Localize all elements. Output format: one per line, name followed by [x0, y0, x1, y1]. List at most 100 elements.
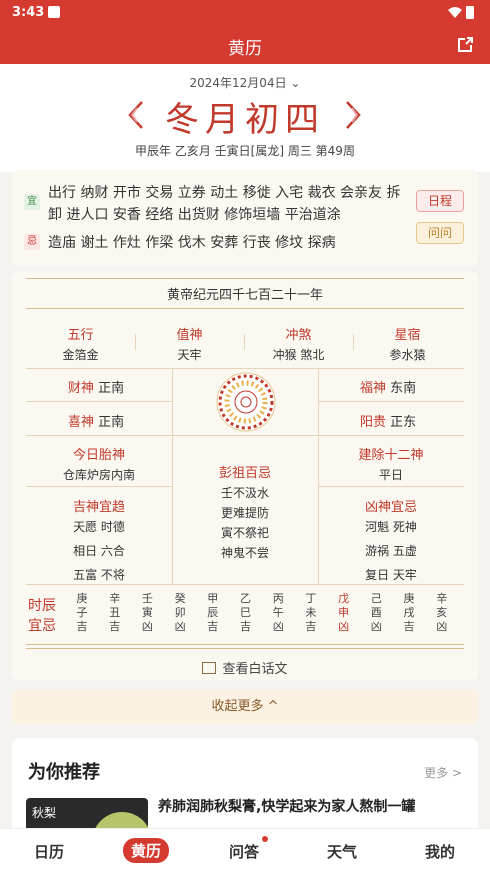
yi-list: 出行 纳财 开市 交易 立券 动土 移徙 入宅 裁衣 会亲友 拆卸 进人口 安香…	[48, 185, 401, 223]
hour-zhi: 卯	[174, 606, 186, 619]
hour-gan: 辛	[436, 592, 448, 605]
caishen-label: 财神	[68, 381, 95, 396]
hour-luck: 凶	[141, 620, 153, 633]
notification-dot	[262, 836, 268, 842]
hour-zhi: 丑	[109, 606, 121, 619]
chongsha-value: 冲猴 煞北	[272, 348, 325, 362]
hour-zhi: 酉	[370, 606, 382, 619]
ask-button[interactable]: 问问	[416, 222, 464, 244]
bottom-tab-bar: 日历 黄历 问答 天气 我的	[0, 828, 490, 872]
divider	[26, 435, 464, 436]
hour-column: 乙巳吉	[236, 592, 256, 634]
yi-tag: 宜	[24, 194, 40, 210]
book-icon	[202, 662, 217, 674]
hours-table: 时辰 宜忌 庚子吉辛丑吉壬寅凶癸卯凶甲辰吉乙巳吉丙午凶丁未吉戊申凶己酉凶庚戌吉辛…	[26, 590, 464, 640]
hour-luck: 吉	[207, 620, 219, 633]
hour-luck: 吉	[76, 620, 88, 633]
hours-label-line: 宜忌	[28, 618, 56, 634]
hour-zhi: 寅	[141, 606, 153, 619]
xiongshen-line: 河魁 死神	[365, 520, 417, 534]
share-icon[interactable]	[456, 36, 474, 54]
xiongshen-line: 复日 天牢	[365, 568, 417, 582]
hour-gan: 丙	[272, 592, 284, 605]
hour-luck: 凶	[436, 620, 448, 633]
zhishen-value: 天牢	[177, 348, 202, 362]
xishen-value: 正南	[98, 415, 125, 430]
xiongshen-label: 凶神宜忌	[364, 500, 417, 515]
hour-gan: 辛	[109, 592, 121, 605]
zhishen-label: 值神	[176, 328, 203, 343]
pengzu-lines: 壬不汲水 更难提防 寅不祭祀 神鬼不尝	[172, 483, 318, 563]
divider	[26, 308, 464, 309]
solar-date-picker[interactable]: 2024年12月04日 ⌄	[0, 74, 490, 91]
divider	[26, 401, 172, 402]
divider	[318, 401, 464, 402]
divider	[26, 486, 172, 487]
hour-zhi: 午	[272, 606, 284, 619]
pengzu-label: 彭祖百忌	[218, 466, 271, 481]
hour-column: 戊申凶	[334, 592, 354, 634]
hour-gan: 戊	[338, 592, 350, 605]
chongsha-cell: 冲煞 冲猴 煞北	[244, 324, 353, 363]
battery-icon	[466, 6, 474, 19]
view-vernacular-label: 查看白话文	[222, 662, 288, 677]
fushen-label: 福神	[360, 381, 387, 396]
jishen-line: 天愿 时德	[73, 520, 125, 534]
xingxiu-value: 参水猿	[389, 348, 426, 362]
taishen-cell: 今日胎神 仓库炉房内南	[26, 444, 172, 483]
hour-zhi: 未	[305, 606, 317, 619]
yanggui-label: 阳贵	[360, 415, 387, 430]
yanggui-value: 正东	[390, 415, 417, 430]
fushen-value: 东南	[390, 381, 417, 396]
schedule-button[interactable]: 日程	[416, 190, 464, 212]
collapse-more-button[interactable]: 收起更多 ^	[12, 690, 478, 724]
tab-qa[interactable]: 问答	[229, 841, 259, 862]
xiongshen-lines: 河魁 死神 游祸 五虚 复日 天牢	[318, 515, 464, 587]
recommend-heading: 为你推荐	[28, 762, 100, 783]
jishen-cell: 吉神宜趋 天愿 时德 相日 六合 五富 不将	[26, 496, 172, 587]
divider	[353, 334, 354, 350]
hour-column: 壬寅凶	[137, 592, 157, 634]
page-title: 黄历	[228, 39, 262, 59]
tab-me[interactable]: 我的	[425, 841, 455, 862]
fushen-row: 福神 东南	[360, 377, 416, 396]
hour-column: 丙午凶	[268, 592, 288, 634]
hours-label-line: 时辰	[28, 598, 56, 614]
compass-icon	[216, 372, 276, 432]
jianchu-value: 平日	[378, 468, 403, 482]
status-bar: 3:43	[0, 0, 490, 26]
pengzu-cell: 彭祖百忌 壬不汲水 更难提防 寅不祭祀 神鬼不尝	[172, 462, 318, 563]
hour-luck: 吉	[240, 620, 251, 633]
almanac-card: 黄帝纪元四千七百二十一年 五行 金箔金 值神 天牢 冲煞 冲猴 煞北 星宿 参水…	[12, 272, 478, 680]
tab-calendar[interactable]: 日历	[34, 841, 64, 862]
hour-column: 甲辰吉	[203, 592, 223, 634]
hour-column: 丁未吉	[301, 592, 321, 634]
recommend-more-link[interactable]: 更多 >	[424, 764, 462, 781]
divider	[318, 486, 464, 487]
hour-gan: 乙	[240, 592, 251, 605]
divider	[26, 644, 464, 645]
tab-almanac[interactable]: 黄历	[123, 838, 170, 863]
taishen-value: 仓库炉房内南	[62, 468, 135, 482]
jishen-line: 五富 不将	[73, 568, 125, 582]
hour-gan: 癸	[174, 592, 186, 605]
thumbnail-text: 秋梨	[32, 806, 57, 820]
jishen-lines: 天愿 时德 相日 六合 五富 不将	[26, 515, 172, 587]
tab-weather[interactable]: 天气	[327, 841, 357, 862]
next-day-arrow-icon[interactable]	[343, 100, 363, 130]
hour-column: 庚子吉	[72, 592, 92, 634]
pengzu-line: 寅不祭祀	[220, 526, 269, 540]
hour-zhi: 子	[76, 606, 88, 619]
pengzu-line: 更难提防	[220, 506, 269, 520]
article-title[interactable]: 养肺润肺秋梨膏,快学起来为家人熬制一罐	[158, 796, 458, 816]
hour-luck: 凶	[338, 620, 350, 633]
hour-luck: 吉	[305, 620, 317, 633]
hour-column: 己酉凶	[366, 592, 386, 634]
view-vernacular-button[interactable]: 查看白话文	[12, 658, 478, 677]
wifi-icon	[448, 7, 462, 18]
caishen-value: 正南	[98, 381, 125, 396]
yanggui-row: 阳贵 正东	[360, 411, 416, 430]
caishen-row: 财神 正南	[68, 377, 124, 396]
hour-luck: 凶	[174, 620, 186, 633]
hour-zhi: 巳	[240, 606, 251, 619]
